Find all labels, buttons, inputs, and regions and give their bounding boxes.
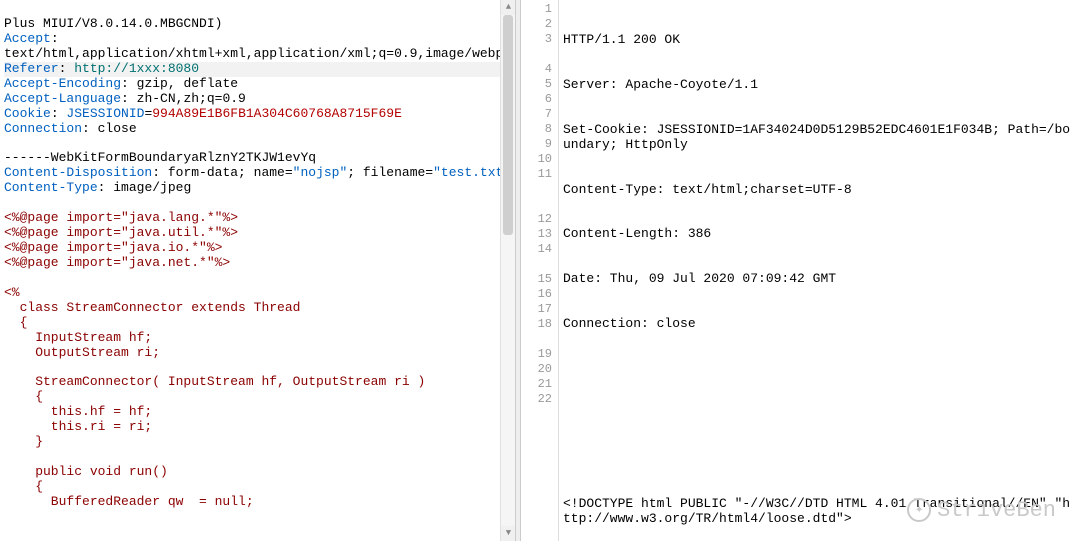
request-pane: Plus MIUI/V8.0.14.0.MBGCNDI) Accept: tex… [0, 0, 515, 541]
response-text[interactable]: HTTP/1.1 200 OK Server: Apache-Coyote/1.… [559, 0, 1080, 541]
response-line: <!DOCTYPE html PUBLIC "-//W3C//DTD HTML … [563, 496, 1076, 526]
response-line: Server: Apache-Coyote/1.1 [563, 77, 1076, 92]
response-line: Connection: close [563, 316, 1076, 331]
scroll-up-arrow[interactable]: ▲ [501, 0, 515, 15]
scrollbar-track[interactable] [501, 15, 515, 526]
response-line: Content-Type: text/html;charset=UTF-8 [563, 182, 1076, 197]
response-line: HTTP/1.1 200 OK [563, 32, 1076, 47]
response-line: Date: Thu, 09 Jul 2020 07:09:42 GMT [563, 271, 1076, 286]
line-number-gutter: 123.4567891011..121314.15161718.19202122 [521, 0, 559, 541]
response-pane: 123.4567891011..121314.15161718.19202122… [521, 0, 1080, 541]
response-line [563, 361, 1076, 376]
response-line [563, 451, 1076, 466]
scrollbar-thumb[interactable] [503, 15, 513, 235]
split-view: Plus MIUI/V8.0.14.0.MBGCNDI) Accept: tex… [0, 0, 1080, 541]
left-scrollbar[interactable]: ▲ ▼ [500, 0, 515, 541]
response-line: Set-Cookie: JSESSIONID=1AF34024D0D5129B5… [563, 122, 1076, 152]
scroll-down-arrow[interactable]: ▼ [501, 526, 515, 541]
response-line: Content-Length: 386 [563, 226, 1076, 241]
response-line [563, 406, 1076, 421]
request-text[interactable]: Plus MIUI/V8.0.14.0.MBGCNDI) Accept: tex… [0, 0, 515, 541]
